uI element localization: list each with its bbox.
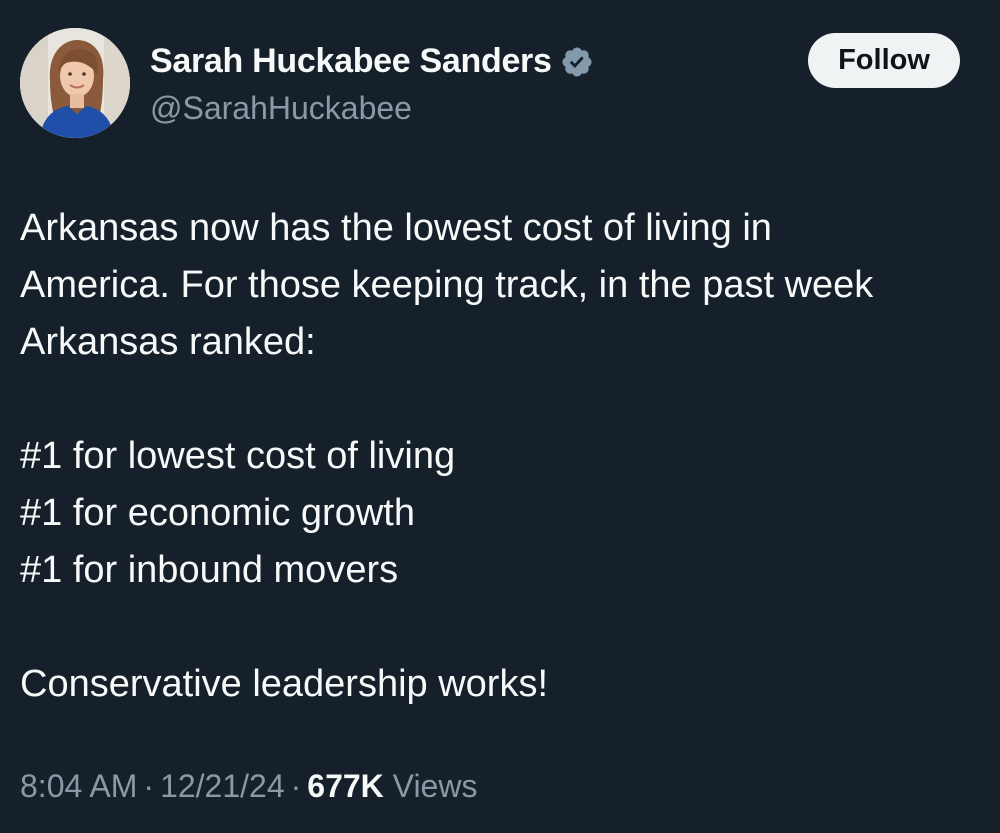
- tweet-line: Arkansas now has the lowest cost of livi…: [20, 207, 772, 249]
- profile-photo-icon: [20, 28, 130, 138]
- tweet-date[interactable]: 12/21/24: [160, 768, 285, 804]
- meta-separator: ·: [143, 768, 155, 804]
- meta-separator: ·: [290, 768, 302, 804]
- follow-button[interactable]: Follow: [808, 33, 960, 88]
- views-label: Views: [392, 768, 478, 804]
- tweet-card: Sarah Huckabee Sanders @SarahHuckabee Fo…: [0, 0, 1000, 833]
- closing-line: Conservative leadership works!: [20, 663, 549, 705]
- views-count[interactable]: 677K: [307, 768, 384, 804]
- tweet-line: Arkansas ranked:: [20, 321, 316, 363]
- tweet-text: Arkansas now has the lowest cost of livi…: [20, 200, 980, 713]
- author-name-row[interactable]: Sarah Huckabee Sanders: [150, 42, 594, 81]
- tweet-time[interactable]: 8:04 AM: [20, 768, 137, 804]
- tweet-meta: 8:04 AM · 12/21/24 · 677K Views: [20, 768, 477, 805]
- avatar[interactable]: [20, 28, 130, 138]
- ranking-line: #1 for lowest cost of living: [20, 435, 456, 477]
- author-handle[interactable]: @SarahHuckabee: [150, 90, 412, 127]
- tweet-line: America. For those keeping track, in the…: [20, 264, 874, 306]
- verified-badge-icon[interactable]: [560, 45, 594, 79]
- display-name[interactable]: Sarah Huckabee Sanders: [150, 42, 552, 81]
- ranking-line: #1 for economic growth: [20, 492, 415, 534]
- ranking-line: #1 for inbound movers: [20, 549, 399, 591]
